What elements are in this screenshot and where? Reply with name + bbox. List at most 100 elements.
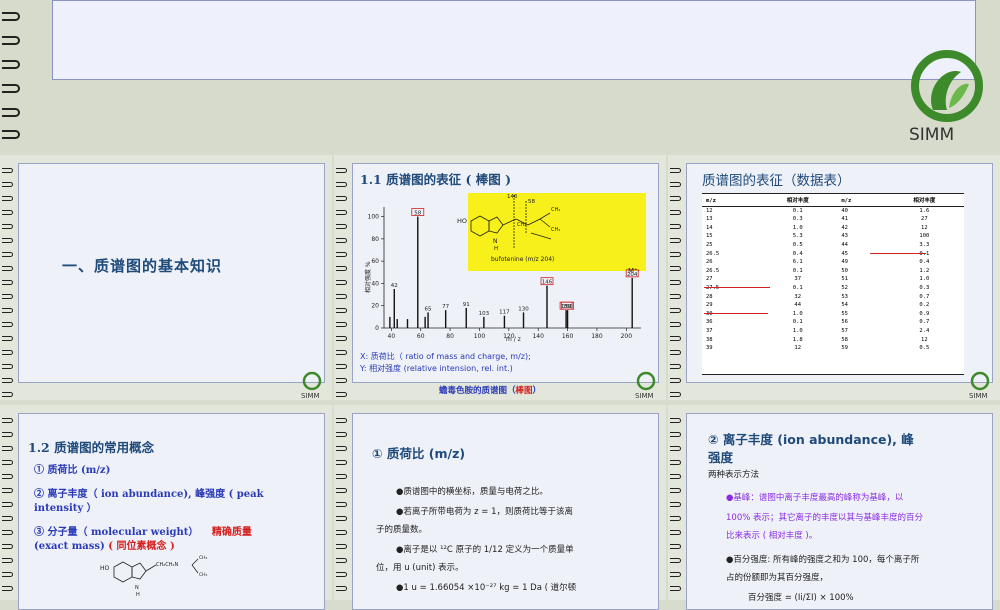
spiral-ring [2,488,13,493]
spiral-ring [336,266,347,271]
table-cell: 39 [706,345,713,352]
table-cell: 0.3 [919,284,930,291]
structure-ch3-label-2: CH₃ [551,227,560,233]
peak-label: 103 [479,311,490,317]
simm-logo-icon-small-1: SIMM [301,371,322,400]
table-cell: 27 [706,276,713,283]
spiral-ring [336,530,347,535]
table-cell: 25 [706,241,713,248]
slide-6-p1c: 比来表示 ( 相对丰度 )。 [726,531,818,541]
spiral-binding-top [0,0,22,150]
spiral-ring [670,460,681,465]
spiral-ring [2,238,13,243]
table-cell: 54 [841,302,848,309]
slide-6-title-a: ② 离子丰度 (ion abundance), 峰 [708,432,914,447]
table-cell: 36 [706,319,713,326]
spiral-ring [2,364,13,369]
peak-label: 130 [518,306,529,312]
logo-text: SIMM [909,125,954,145]
spiral-ring [670,308,681,313]
spiral-ring [2,182,13,187]
table-cell: 42 [841,224,848,231]
data-table-box: m/z 相对丰度 m/z 相对丰度 12 0.1 40 1.6 13 0.3 41 27 14 1.0 4… [702,193,964,375]
spiral-ring [670,446,681,451]
slide-6-title-b: 强度 [708,450,734,465]
table-cell: 15 [706,233,713,240]
slide-6-p2a: ●百分强度: 所有峰的强度之和为 100，每个离子所 [726,555,920,565]
spiral-ring [2,252,13,257]
spiral-ring [670,294,681,299]
table-cell: 1.6 [919,207,930,214]
table-cell: 37 [794,276,802,283]
x-tick-label: 180 [591,333,603,340]
spiral-ring [336,336,347,341]
spiral-ring [670,544,681,549]
molecular-ion-label: M⁺· [628,267,640,275]
peak-label: 65 [425,306,432,312]
table-cell: 1.0 [919,276,930,283]
table-cell: 44 [841,241,848,248]
slide-5-bullet-4: ●1 u = 1.66054 ×10⁻²⁷ kg = 1 Da ( 道尔顿 [396,583,577,593]
spiral-ring [670,516,681,521]
table-cell: 37 [706,327,713,334]
table-cell: 12 [794,345,802,352]
x-tick-label: 80 [446,333,454,340]
table-cell: 27 [921,216,928,223]
svg-text:SIMM: SIMM [635,392,654,400]
slide-3: 质谱图的表征（数据表） m/z 相对丰度 m/z 相对丰度 12 0.1 40 1.6 13 0… [668,155,1000,400]
table-row: 39 12 59 0.5 [702,344,964,353]
slide-4-title: 1.2 质谱图的常用概念 [28,440,155,455]
slide-1: 一、质谱图的基本知识 [0,155,332,400]
spiral-ring [2,572,13,577]
spiral-binding-mid-mid [334,160,356,400]
structure-ho-label: HO [457,217,467,225]
spiral-ring [670,182,681,187]
table-cell: 12 [706,207,713,214]
spiral-binding-right-bottom [668,410,690,600]
slide-6: ② 离子丰度 (ion abundance), 峰 强度 两种表示方法 ●基峰：… [668,405,1000,610]
x-tick-label: 60 [417,333,425,340]
table-cell: 26.5 [706,267,720,274]
spiral-ring [336,460,347,465]
y-tick-label: 20 [371,303,379,310]
spiral-ring [336,516,347,521]
spiral-ring [670,530,681,535]
table-cell: 5.3 [792,233,803,240]
svg-text:H: H [136,592,140,598]
spiral-ring [336,210,347,215]
highlight-line-43 [870,253,926,255]
spiral-ring [670,558,681,563]
table-row: 27.5 0.1 52 0.3 [702,284,964,293]
table-cell: 32 [794,293,802,300]
mass-data-table: m/z 相对丰度 m/z 相对丰度 12 0.1 40 1.6 13 0.3 41 27 14 1.0 4… [702,197,964,353]
spiral-ring [670,196,681,201]
simm-logo-icon-small-2: SIMM [635,371,656,400]
table-cell: 26 [706,259,713,266]
spiral-ring [2,516,13,521]
spiral-ring [336,322,347,327]
table-row: 27 37 51 1.0 [702,275,964,284]
table-cell: 58 [841,336,848,343]
table-cell: 55 [841,310,848,317]
spiral-ring [670,586,681,591]
table-row: 13 0.3 41 27 [702,215,964,224]
top-slide-content-box [52,0,976,80]
table-cell: 26.5 [706,250,720,257]
table-cell: 43 [841,233,848,240]
y-tick-label: 0 [375,325,379,332]
y-axis-description: Y: 相对强度 (relative intension, rel. int.) [360,364,513,373]
table-row: 12 0.1 40 1.6 [702,206,964,215]
table-cell: 0.4 [792,250,803,257]
highlight-line-27 [704,287,770,289]
spiral-ring [2,280,13,285]
y-tick-label: 40 [371,280,379,287]
spiral-ring [336,502,347,507]
table-cell: 0.2 [919,302,930,309]
simm-logo-icon: SIMM [909,50,983,145]
spiral-ring [670,488,681,493]
spiral-ring [336,392,347,397]
table-cell: 12 [921,336,928,343]
table-row: 14 1.0 42 12 [702,224,964,233]
spiral-ring [2,322,13,327]
table-cell: 52 [841,284,848,291]
